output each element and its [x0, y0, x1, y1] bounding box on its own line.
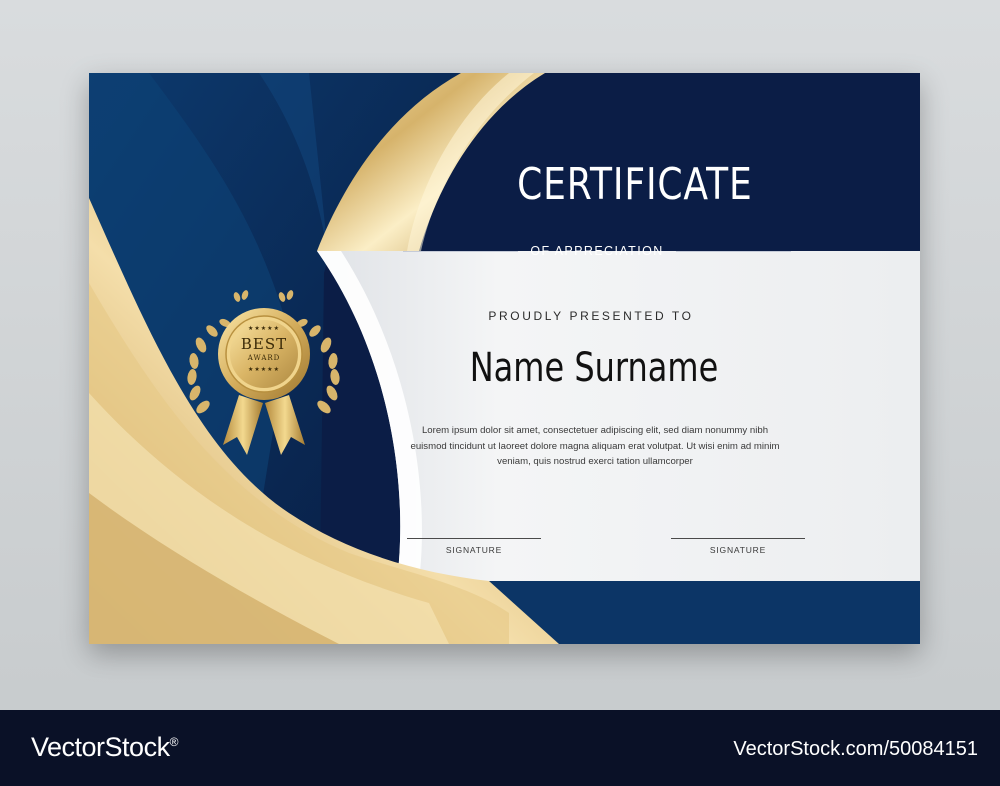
logo-text: VectorStock [31, 732, 170, 762]
subtitle-divider-left [403, 250, 518, 252]
seal-line1: BEST [240, 335, 288, 353]
recipient-name: Name Surname [469, 345, 719, 391]
subtitle-divider-right [675, 250, 791, 252]
signature-label-right: SIGNATURE [709, 545, 767, 555]
certificate-subtitle: OF APPRECIATION [530, 244, 664, 258]
award-seal: ★★★★★ BEST AWARD ★★★★★ [224, 323, 304, 387]
signature-label-left: SIGNATURE [445, 545, 503, 555]
subtitle-row: OF APPRECIATION [403, 241, 791, 261]
certificate-body-text: Lorem ipsum dolor sit amet, consectetuer… [410, 425, 780, 467]
seal-line2: AWARD [247, 354, 281, 362]
certificate: ★★★★★ BEST AWARD ★★★★★ CERTIFICATE OF AP… [89, 73, 920, 644]
certificate-title: CERTIFICATE [517, 159, 753, 210]
registered-mark: ® [169, 735, 179, 749]
signature-line-left [407, 538, 541, 539]
seal-stars-top: ★★★★★ [248, 325, 280, 332]
presented-label: PROUDLY PRESENTED TO [488, 309, 694, 323]
watermark-footer: VectorStock® VectorStock.com/50084151 [0, 710, 1000, 786]
signature-line-right [671, 538, 805, 539]
vectorstock-logo: VectorStock® [31, 732, 178, 763]
seal-stars-bottom: ★★★★★ [248, 366, 280, 373]
stock-image-id: VectorStock.com/50084151 [733, 738, 978, 760]
